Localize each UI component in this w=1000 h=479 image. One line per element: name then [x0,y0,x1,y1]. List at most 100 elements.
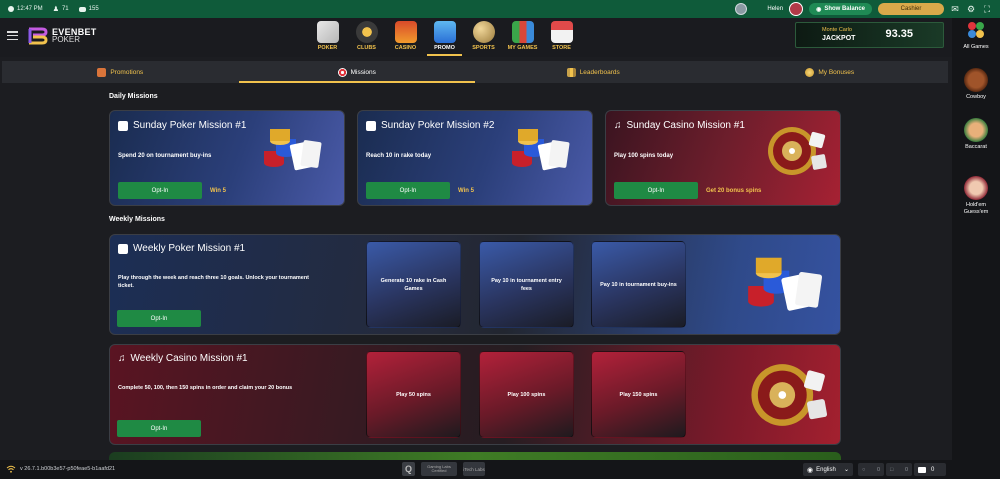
tab-label: Leaderboards [579,68,620,76]
coin-icon [805,67,815,77]
weekly-poker-mission-card: Weekly Poker Mission #1 Play through the… [109,234,841,335]
fullscreen-icon[interactable]: ⛶ [982,4,992,14]
nav-clubs[interactable]: CLUBS [349,18,384,57]
holdem-guessem-icon [964,176,988,200]
opt-in-button[interactable]: Opt-In [117,310,201,327]
nav-store[interactable]: STORE [544,18,579,57]
tab-label: Missions [350,68,376,76]
q-badge-icon: Q [402,462,415,476]
nav-poker[interactable]: POKER [310,18,345,57]
user-avatar[interactable] [789,2,804,16]
roulette-dice-icon [768,127,827,175]
tables-counter[interactable]: □ 0 [886,463,912,476]
globe-icon: ◉ [807,466,814,474]
slot-machine-icon [394,21,417,43]
reward-text: Win 5 [210,188,226,194]
table-icon [78,6,86,12]
card-description: Complete 50, 100, then 150 spins in orde… [118,385,293,391]
tab-promotions[interactable]: Promotions [2,61,239,83]
clubs-badge-icon [355,21,378,43]
version-text: v 26.7.1.b00b3e57-p50feae5-b1aafd21 [20,466,116,472]
all-games-suits-icon [968,22,984,38]
mission-step: Play 100 spins [479,351,574,438]
tables-count: 155 [88,6,99,12]
nav-casino[interactable]: CASINO [388,18,423,57]
leaderboard-icon [566,67,576,77]
nav-promo[interactable]: PROMO [427,18,462,57]
chat-icon [918,466,926,473]
weekly-missions-heading: Weekly Missions [109,216,165,223]
logo-line2: POKER [52,35,81,44]
show-balance-button[interactable]: ◉ Show Balance [809,3,872,15]
card-description: Spend 20 on tournament buy-ins [118,153,212,159]
poker-chips-cards-icon [264,129,322,171]
notification-counter[interactable]: ○ 0 [858,463,884,476]
card-title: Weekly Casino Mission #1 [130,353,248,364]
users-icon: ♟ [52,6,59,13]
tab-missions[interactable]: Missions [238,61,476,83]
opt-in-button[interactable]: Opt-In [117,420,201,437]
card-description: Play through the week and reach three 10… [118,275,310,289]
status-bar: 12:47 PM ♟ 71 155 Helen ◉ Show Balance C… [0,0,1000,18]
rail-cowboy[interactable]: Cowboy [952,68,1000,101]
username[interactable]: Helen [767,6,783,12]
daily-mission-card: Sunday Poker Mission #2 Reach 10 in rake… [357,110,593,206]
tab-label: My Bonuses [818,68,855,76]
music-note-icon: ♫ [118,353,126,364]
gaming-labs-badge: Gaming Labs Certified [421,462,457,476]
jackpot-value: 93.35 [885,28,913,40]
itech-labs-badge: iTech Labs [463,462,485,476]
opt-in-button[interactable]: Opt-In [614,182,698,199]
language-label: English [816,466,836,473]
card-title: Sunday Poker Mission #2 [381,120,495,131]
poker-cards-icon [118,243,128,254]
tab-my-bonuses[interactable]: My Bonuses [712,61,949,83]
poker-chips-cards-icon [512,129,570,171]
games-rail: All Games Cowboy Baccarat Hold'em Guess'… [952,18,1000,479]
tab-label: Promotions [110,68,144,76]
mail-icon[interactable]: ✉ [950,4,960,14]
tab-leaderboards[interactable]: Leaderboards [475,61,712,83]
gear-icon[interactable]: ⚙ [966,4,976,14]
bell-icon: ○ [862,466,866,473]
menu-icon[interactable] [7,31,18,40]
language-select[interactable]: ◉ English ⌄ [803,463,853,476]
rail-all-games[interactable]: All Games [952,18,1000,51]
show-balance-label: Show Balance [824,6,865,12]
baccarat-character-icon [964,118,988,142]
mission-step: Pay 10 in tournament entry fees [479,241,574,328]
chat-button[interactable]: 0 [914,463,946,476]
daily-mission-card: ♫ Sunday Casino Mission #1 Play 100 spin… [605,110,841,206]
players-count: 71 [61,6,69,12]
jackpot-label: JACKPOT [822,35,856,42]
support-avatar-icon[interactable] [735,3,748,15]
nav-sports[interactable]: SPORTS [466,18,501,57]
rail-label: Baccarat [965,144,987,150]
opt-in-button[interactable]: Opt-In [366,182,450,199]
poker-cards-icon [366,120,376,131]
time-text: 12:47 PM [17,6,43,12]
rail-label: Cowboy [966,94,986,100]
poker-cards-icon [316,21,339,43]
jackpot-banner[interactable]: Monte Carlo JACKPOT 93.35 [795,22,944,48]
card-description: Play 100 spins today [614,153,674,159]
tables-online: 155 [78,6,99,12]
card-title: Sunday Poker Mission #1 [133,120,247,131]
music-note-icon: ♫ [614,120,622,131]
gift-icon [97,67,107,77]
opt-in-button[interactable]: Opt-In [118,182,202,199]
rail-holdem-guessem[interactable]: Hold'em Guess'em [952,176,1000,216]
nav-label: SPORTS [472,45,495,51]
nav-label: STORE [552,45,571,51]
brand-logo[interactable]: EVENBET POKER [25,26,97,46]
rail-baccarat[interactable]: Baccarat [952,118,1000,151]
mission-step: Play 150 spins [591,351,686,438]
daily-missions-heading: Daily Missions [109,93,158,100]
nav-my-games[interactable]: MY GAMES [505,18,540,57]
card-title: Weekly Poker Mission #1 [133,243,246,254]
clock: 12:47 PM [8,6,43,12]
mission-step: Play 50 spins [366,351,461,438]
jackpot-title: Monte Carlo [822,27,852,33]
ball-icon [472,21,495,43]
cashier-button[interactable]: Cashier [878,3,944,15]
